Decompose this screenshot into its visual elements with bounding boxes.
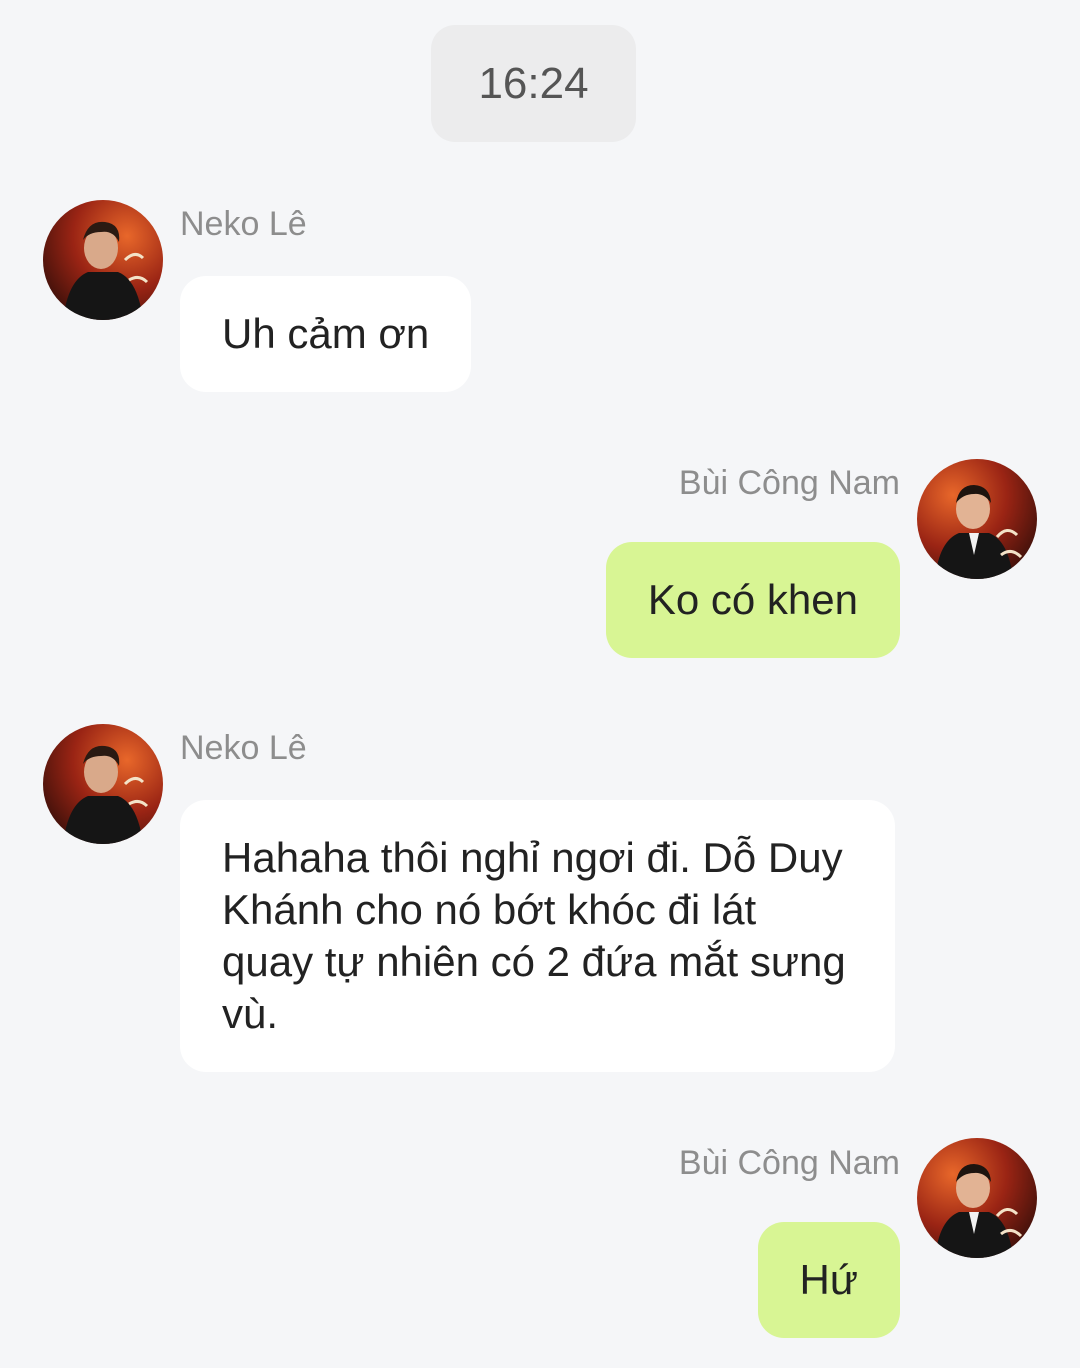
sender-name: Neko Lê [180, 729, 307, 767]
sender-name: Bùi Công Nam [678, 1144, 900, 1182]
message-bubble-outgoing[interactable]: Hứ [757, 1222, 900, 1338]
avatar-neko-le[interactable] [43, 724, 163, 844]
message-bubble-incoming[interactable]: Hahaha thôi nghỉ ngơi đi. Dỗ Duy Khánh c… [180, 800, 895, 1072]
message-bubble-incoming[interactable]: Uh cảm ơn [180, 276, 472, 392]
timestamp-divider: 16:24 [431, 25, 636, 142]
sender-name: Neko Lê [180, 205, 307, 243]
message-bubble-outgoing[interactable]: Ko có khen [605, 542, 900, 658]
avatar-neko-le[interactable] [43, 200, 163, 320]
avatar-bui-cong-nam[interactable] [917, 459, 1037, 579]
sender-name: Bùi Công Nam [678, 464, 900, 502]
avatar-bui-cong-nam[interactable] [917, 1138, 1037, 1258]
